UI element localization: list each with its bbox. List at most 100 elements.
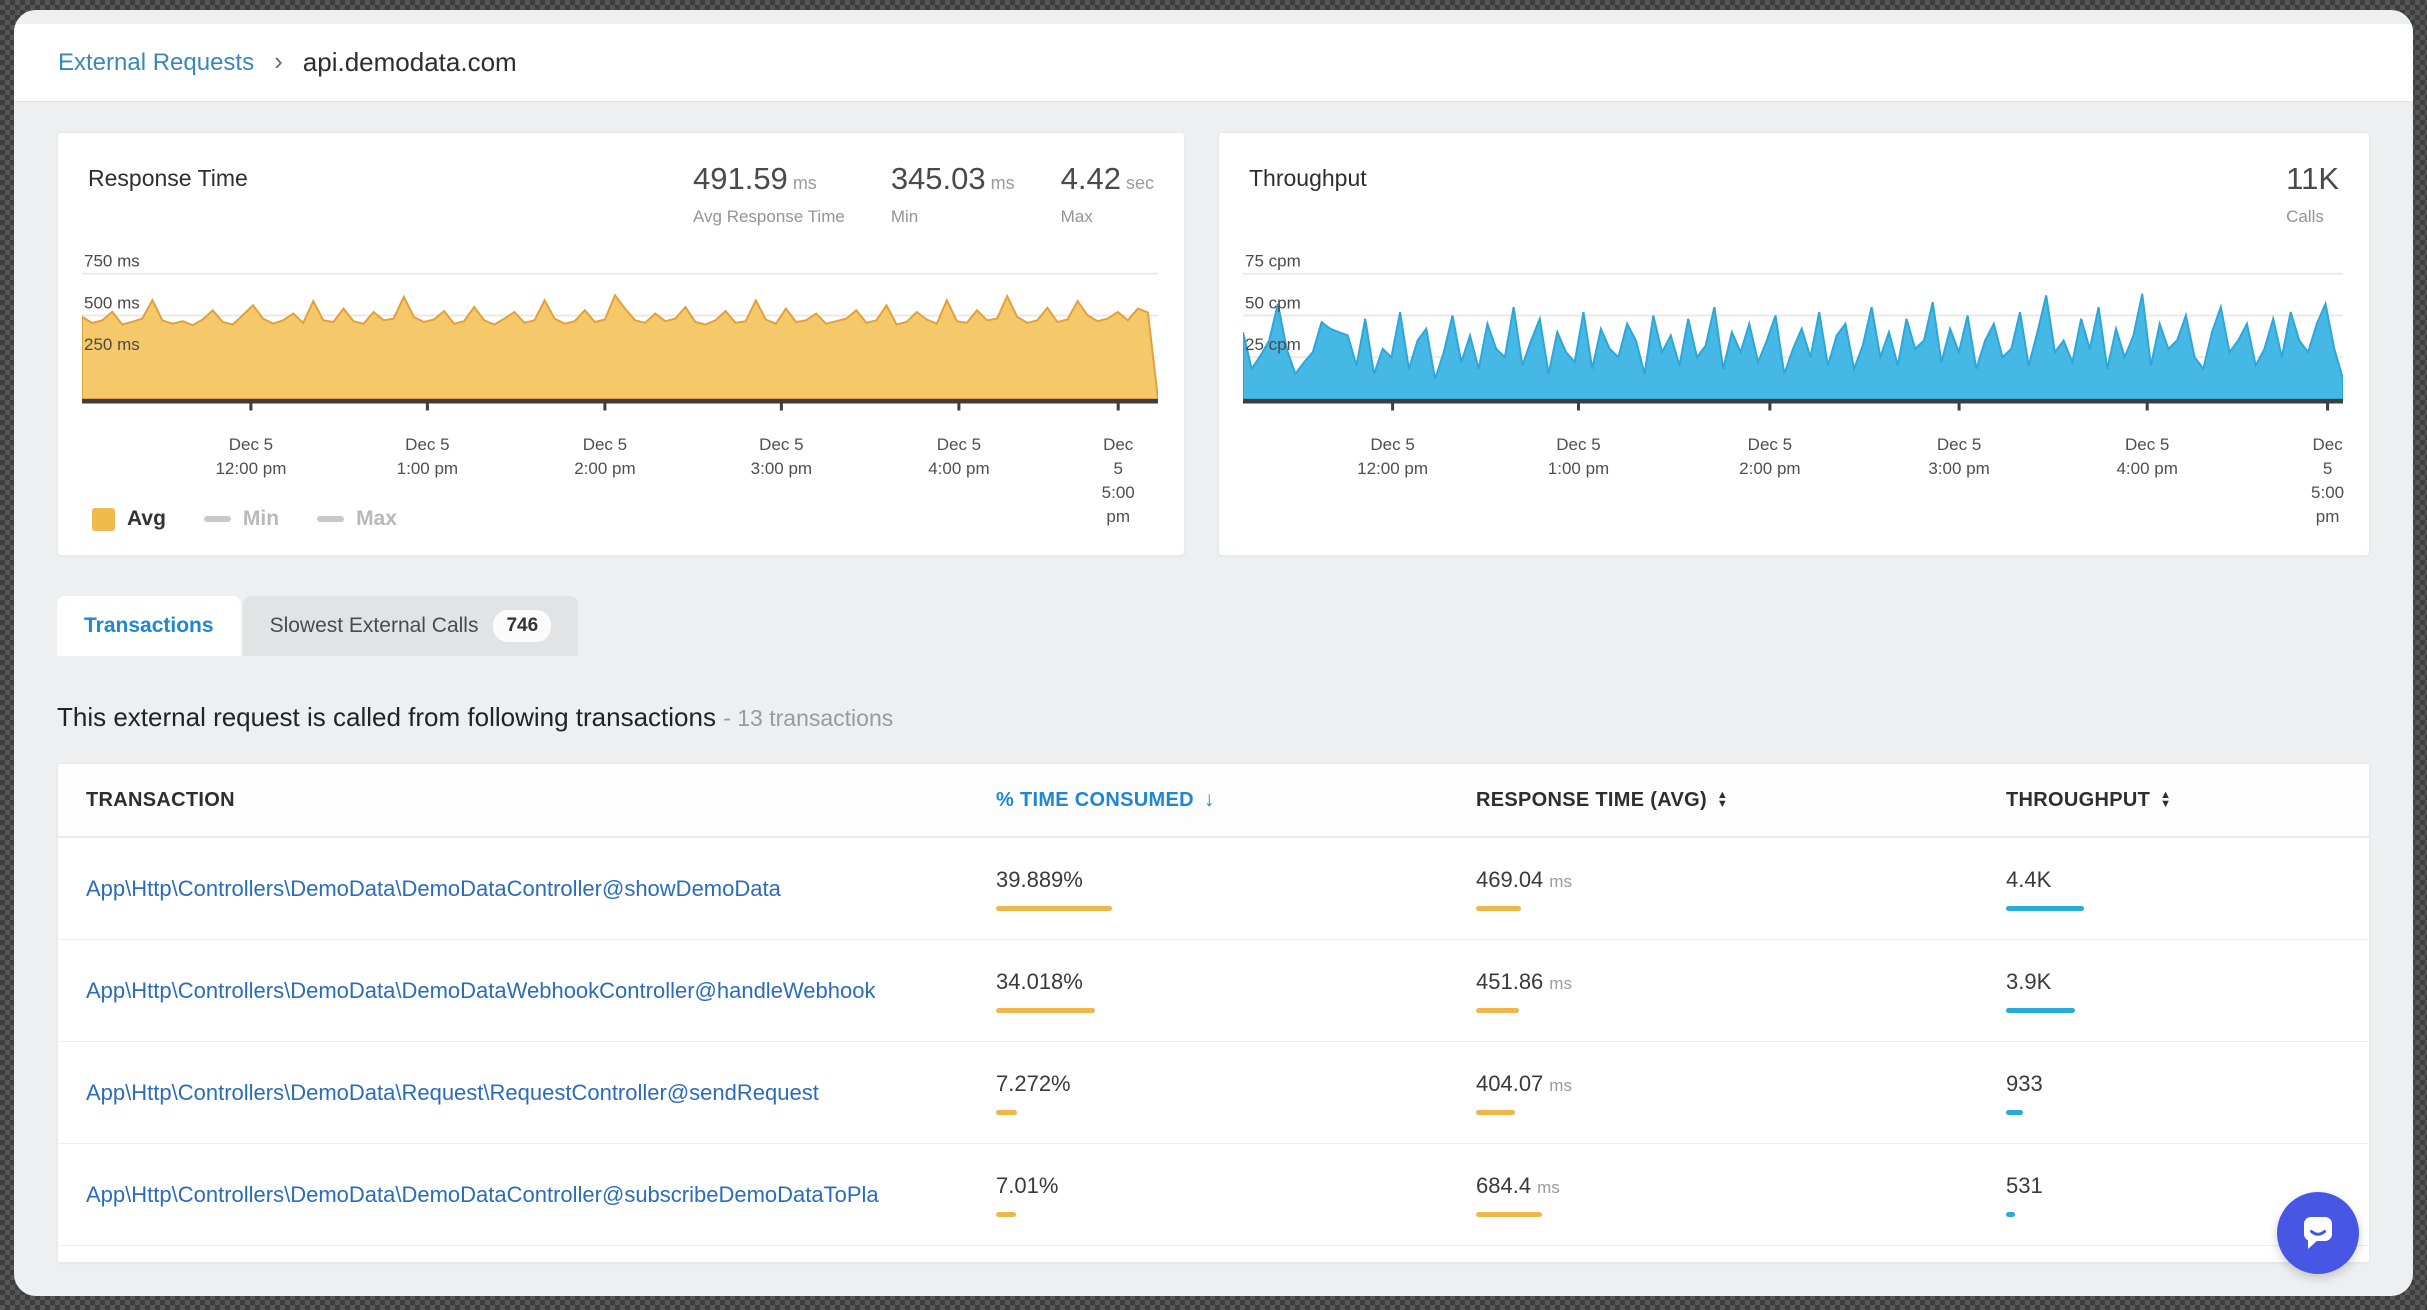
- x-axis-tick: [1958, 404, 1961, 411]
- x-axis-tick: [780, 404, 783, 411]
- legend-item-avg[interactable]: Avg: [92, 507, 166, 531]
- x-tick-time: 4:00 pm: [2116, 457, 2177, 481]
- chart-cards: Response Time 491.59msAvg Response Time3…: [57, 132, 2370, 556]
- chat-bubble-icon: [2294, 1209, 2342, 1257]
- summary-stat-unit: ms: [793, 173, 817, 193]
- column-header-throughput[interactable]: THROUGHPUT▲▼: [2006, 789, 2369, 812]
- summary-stat-value-row: 345.03ms: [891, 161, 1015, 197]
- summary-stat-label: Min: [891, 207, 1015, 227]
- area-series-avg: [82, 295, 1158, 399]
- x-tick-time: 2:00 pm: [574, 457, 635, 481]
- summary-stat-unit: sec: [1126, 173, 1154, 193]
- legend-label: Min: [243, 507, 279, 531]
- transaction-link[interactable]: App\Http\Controllers\DemoData\Request\Re…: [86, 1080, 996, 1106]
- legend-item-min[interactable]: Min: [204, 507, 279, 531]
- breadcrumb-parent-link[interactable]: External Requests: [58, 49, 254, 77]
- x-axis-tick: [1117, 404, 1120, 411]
- throughput-chart[interactable]: 75 cpm50 cpm25 cpm: [1243, 239, 2343, 421]
- percent-bar: [996, 1212, 1016, 1217]
- x-tick-date: Dec 5: [928, 433, 989, 457]
- x-tick-label: Dec 53:00 pm: [1928, 433, 1989, 481]
- summary-stat-value: 11K: [2286, 161, 2339, 196]
- transactions-table: TRANSACTION % TIME CONSUMED↓RESPONSE TIME…: [57, 763, 2370, 1263]
- breadcrumb-chevron-icon: ›: [274, 46, 283, 77]
- response-time-unit: ms: [1549, 974, 1572, 993]
- x-tick-time: 1:00 pm: [397, 457, 458, 481]
- transaction-link[interactable]: App\Http\Controllers\DemoData\DemoDataWe…: [86, 978, 996, 1004]
- response-time-unit: ms: [1549, 1076, 1572, 1095]
- sort-toggle-icon: ▲▼: [2160, 791, 2171, 809]
- response-time-unit: ms: [1549, 872, 1572, 891]
- x-axis-tick: [1768, 404, 1771, 411]
- response-time-cell: 404.07 ms: [1476, 1071, 2006, 1115]
- response-time-cell: 469.04 ms: [1476, 867, 2006, 911]
- x-tick-label: Dec 51:00 pm: [397, 433, 458, 481]
- transaction-cell: App\Http\Controllers\DemoData\DemoDataCo…: [86, 1182, 996, 1208]
- response-time-unit: ms: [1537, 1178, 1560, 1197]
- x-tick-label: Dec 52:00 pm: [574, 433, 635, 481]
- column-header--time-consumed[interactable]: % TIME CONSUMED↓: [996, 788, 1476, 812]
- x-axis-line: [1243, 399, 2343, 404]
- throughput-x-axis: Dec 512:00 pm Dec 51:00 pm Dec 52:00 pm Dec…: [1243, 427, 2343, 491]
- throughput-bar: [2006, 1008, 2075, 1013]
- legend-item-max[interactable]: Max: [317, 507, 397, 531]
- section-heading: This external request is called from fol…: [57, 702, 2370, 733]
- transaction-link[interactable]: App\Http\Controllers\DemoData\DemoDataCo…: [86, 876, 996, 902]
- x-axis-tick: [2326, 404, 2329, 411]
- column-header-label: RESPONSE TIME (AVG): [1476, 789, 1707, 812]
- response-time-bar: [1476, 1212, 1542, 1217]
- x-tick-time: 3:00 pm: [751, 457, 812, 481]
- percent-time-consumed-cell: 7.272%: [996, 1071, 1476, 1115]
- table-row: App\Http\Controllers\DemoData\DemoDataWe…: [58, 940, 2369, 1042]
- throughput-cell: 3.9K: [2006, 969, 2369, 1013]
- response-time-value: 469.04: [1476, 867, 1543, 892]
- response-time-cell: 684.4 ms: [1476, 1173, 2006, 1217]
- x-tick-label: Dec 52:00 pm: [1739, 433, 1800, 481]
- y-tick-label: 250 ms: [84, 335, 140, 354]
- tab-bar: Transactions Slowest External Calls746: [57, 596, 2370, 656]
- percent-bar: [996, 1008, 1095, 1013]
- summary-stat-value-row: 11K: [2286, 161, 2339, 197]
- response-time-bar: [1476, 1110, 1515, 1115]
- throughput-stats: 11KCalls: [2286, 161, 2339, 227]
- response-time-value: 684.4: [1476, 1173, 1531, 1198]
- x-tick-date: Dec 5: [1357, 433, 1428, 457]
- response-time-card-header: Response Time 491.59msAvg Response Time3…: [88, 161, 1154, 227]
- response-time-cell: 451.86 ms: [1476, 969, 2006, 1013]
- tab-label: Transactions: [84, 614, 214, 638]
- response-time-value: 451.86: [1476, 969, 1543, 994]
- column-header-response-time-avg-[interactable]: RESPONSE TIME (AVG) ▲▼: [1476, 789, 2006, 812]
- tab-count-badge: 746: [493, 610, 551, 642]
- x-tick-label: Dec 51:00 pm: [1548, 433, 1609, 481]
- x-axis-tick: [1391, 404, 1394, 411]
- y-tick-label: 750 ms: [84, 252, 140, 271]
- x-tick-time: 12:00 pm: [1357, 457, 1428, 481]
- sort-toggle-icon: ▲▼: [1717, 791, 1728, 809]
- tab-slowest-external-calls[interactable]: Slowest External Calls746: [243, 596, 579, 656]
- chat-launcher-button[interactable]: [2277, 1192, 2359, 1274]
- x-tick-time: 5:00 pm: [1098, 481, 1138, 529]
- response-time-bar: [1476, 1008, 1519, 1013]
- x-tick-time: 12:00 pm: [215, 457, 286, 481]
- table-header-row: TRANSACTION % TIME CONSUMED↓RESPONSE TIME…: [58, 764, 2369, 838]
- column-header-label: TRANSACTION: [86, 789, 235, 812]
- percent-time-consumed-cell: 7.01%: [996, 1173, 1476, 1217]
- response-time-chart[interactable]: 750 ms500 ms250 ms: [82, 239, 1158, 421]
- tab-transactions[interactable]: Transactions: [57, 596, 241, 656]
- legend-dash-icon: [317, 516, 344, 522]
- legend-dash-icon: [204, 516, 231, 522]
- summary-stat-value: 345.03: [891, 161, 986, 196]
- response-time-value: 404.07: [1476, 1071, 1543, 1096]
- x-tick-date: Dec 5: [751, 433, 812, 457]
- x-tick-label: Dec 55:00 pm: [2311, 433, 2344, 529]
- percent-bar: [996, 906, 1112, 911]
- x-tick-date: Dec 5: [574, 433, 635, 457]
- table-row: App\Http\Controllers\DemoData\Request\Re…: [58, 1042, 2369, 1144]
- x-tick-time: 2:00 pm: [1739, 457, 1800, 481]
- transaction-link[interactable]: App\Http\Controllers\DemoData\DemoDataCo…: [86, 1182, 996, 1208]
- y-tick-label: 75 cpm: [1245, 252, 1301, 271]
- throughput-bar: [2006, 1212, 2015, 1217]
- percent-bar: [996, 1110, 1017, 1115]
- response-time-card: Response Time 491.59msAvg Response Time3…: [57, 132, 1185, 556]
- percent-time-consumed-cell: 34.018%: [996, 969, 1476, 1013]
